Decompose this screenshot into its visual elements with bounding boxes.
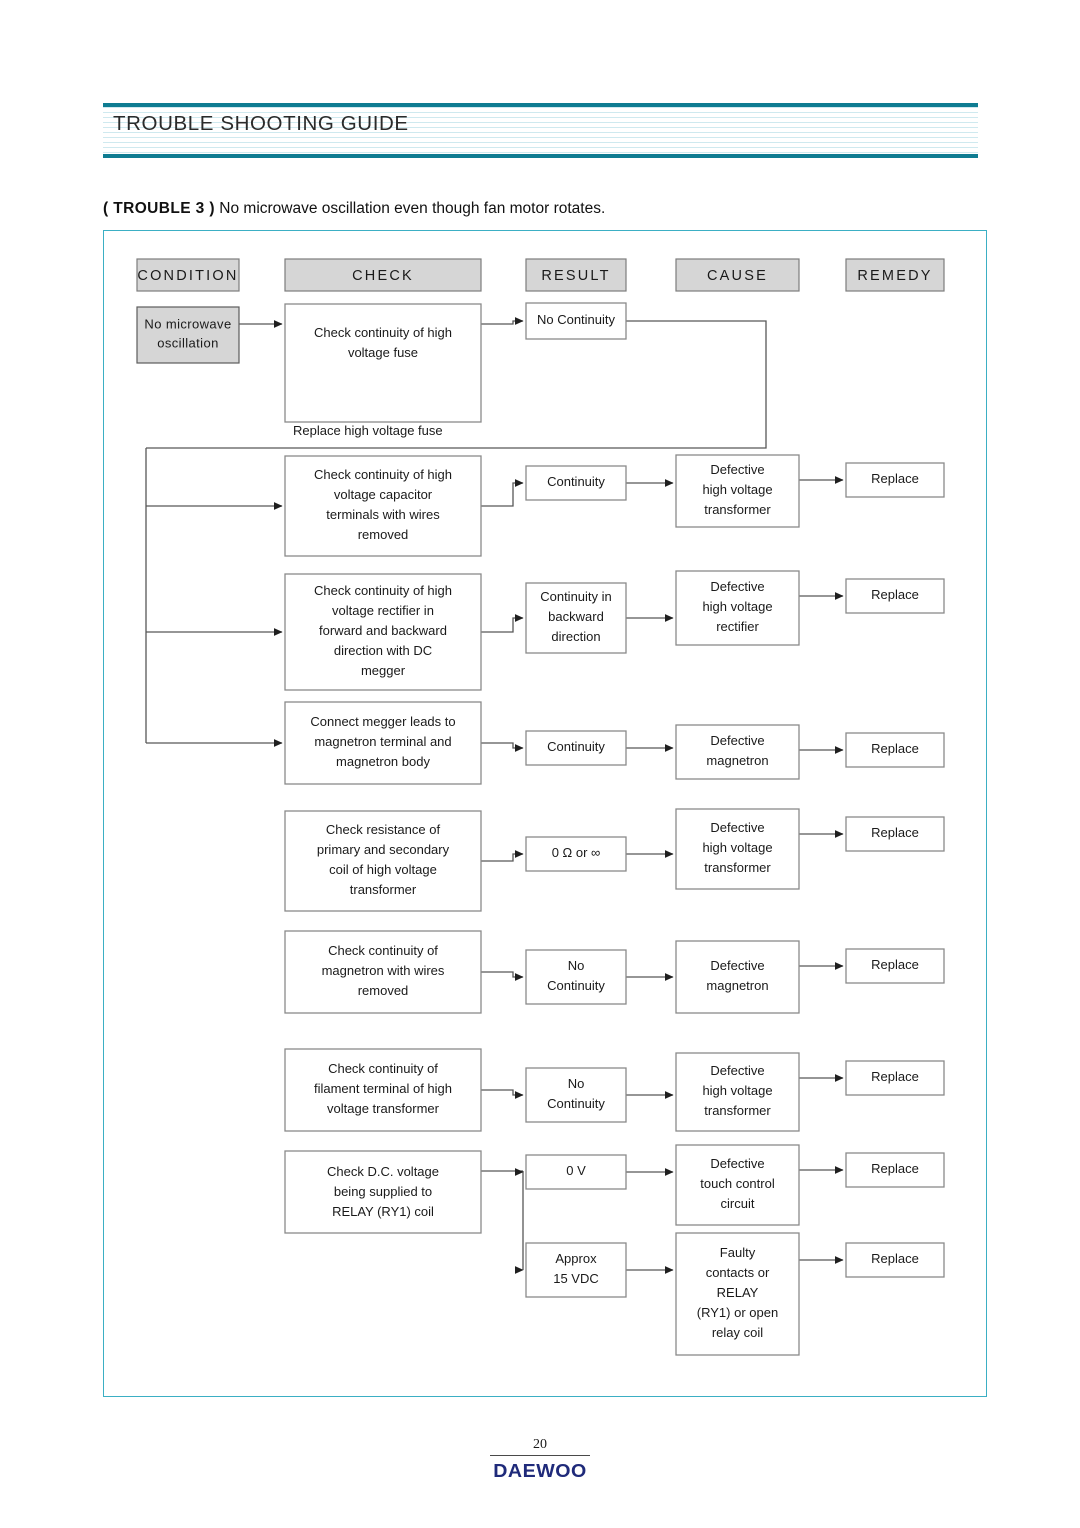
cause-label-row-resistance-coil-0: Defective high voltage transformer: [702, 820, 772, 875]
column-header-label-remedy: REMEDY: [857, 268, 932, 284]
remedy-label-row-relay-voltage-0: Replace: [871, 1161, 919, 1176]
remedy-label-row-capacitor-0: Replace: [871, 471, 919, 486]
remedy-label-row-filament-terminal-0: Replace: [871, 1069, 919, 1084]
column-header-label-check: CHECK: [352, 268, 414, 284]
remedy-label-row-magnetron-wires-0: Replace: [871, 957, 919, 972]
check-label-row-filament-terminal: Check continuity of filament terminal of …: [314, 1061, 452, 1116]
column-header-label-result: RESULT: [541, 268, 610, 284]
remedy-label-row-rectifier-0: Replace: [871, 587, 919, 602]
arrow-check-to-result-row-magnetron-wires: [481, 971, 524, 981]
arrow-check-to-result-row-filament-terminal: [481, 1089, 524, 1099]
arrow-check-to-result-row-megger-magnetron: [481, 742, 524, 752]
replace-fuse-note: Replace high voltage fuse: [293, 423, 443, 438]
column-header-label-cause: CAUSE: [707, 268, 768, 284]
result-label-row-resistance-coil-0: 0 Ω or ∞: [552, 845, 601, 860]
cause-label-row-filament-terminal-0: Defective high voltage transformer: [702, 1063, 772, 1118]
remedy-label-row-resistance-coil-0: Replace: [871, 825, 919, 840]
arrow-check-to-result-row-rectifier: [481, 614, 524, 633]
cause-box-row-magnetron-wires-0[interactable]: [675, 940, 800, 1014]
brand-logo: DAEWOO: [493, 1460, 587, 1482]
flowchart-canvas: CONDITION CHECK RESULT CAUSE REMEDYNo microw…: [136, 258, 945, 1356]
result-label-row-fuse-0: No Continuity: [537, 312, 616, 327]
column-header-label-condition: CONDITION: [137, 268, 238, 284]
result-label-row-megger-magnetron-0: Continuity: [547, 739, 605, 754]
page-footer: 20 DAEWOO: [0, 1437, 1080, 1482]
trouble-description: No microwave oscillation even though fan…: [219, 200, 606, 217]
check-label-row-relay-voltage: Check D.C. voltage being supplied to RELAY…: [327, 1164, 439, 1219]
trouble-tag: ( TROUBLE 3 ): [103, 200, 215, 217]
result-label-row-capacitor-0: Continuity: [547, 474, 605, 489]
page-number: 20: [533, 1437, 547, 1452]
page-title: TROUBLE SHOOTING GUIDE: [113, 112, 409, 135]
header-rule-bottom: [103, 154, 978, 158]
result-label-row-relay-voltage-0: 0 V: [566, 1163, 586, 1178]
arrow-check-to-result-row-fuse: [481, 317, 524, 325]
check-box-row-fuse[interactable]: [284, 303, 482, 423]
page-header-band: TROUBLE SHOOTING GUIDE: [103, 103, 978, 158]
cause-label-row-capacitor-0: Defective high voltage transformer: [702, 462, 772, 517]
remedy-label-row-relay-voltage-1: Replace: [871, 1251, 919, 1266]
footer-divider: [490, 1455, 590, 1457]
arrow-check-to-result-row-resistance-coil: [481, 850, 524, 862]
trouble-caption: ( TROUBLE 3 ) No microwave oscillation e…: [103, 200, 605, 218]
arrow-check-to-result-row-capacitor: [481, 479, 524, 507]
flowchart-frame: CONDITION CHECK RESULT CAUSE REMEDY No microw…: [103, 230, 987, 1397]
node-layer: CONDITION CHECK RESULT CAUSE REMEDYNo microw…: [136, 258, 945, 1356]
remedy-label-row-megger-magnetron-0: Replace: [871, 741, 919, 756]
